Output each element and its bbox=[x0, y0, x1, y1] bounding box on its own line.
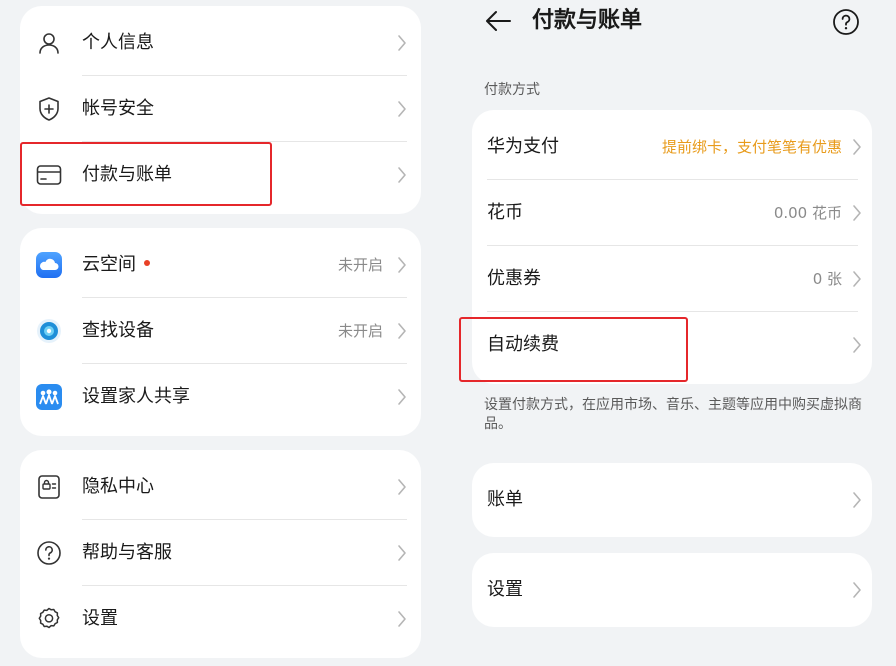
help-icon bbox=[36, 540, 62, 566]
huawei-pay-label: 华为支付 bbox=[487, 114, 559, 180]
huawei-pay-promo: 提前绑卡，支付笔笔有优惠 bbox=[662, 114, 842, 180]
family-sharing-icon bbox=[36, 384, 62, 410]
family-sharing-label: 设置家人共享 bbox=[82, 364, 190, 430]
coupons-row[interactable]: 优惠券 0 张 bbox=[472, 246, 872, 312]
cloud-icon bbox=[36, 252, 62, 278]
chevron-right-icon bbox=[397, 166, 407, 184]
chevron-right-icon bbox=[397, 478, 407, 496]
chevron-right-icon bbox=[397, 610, 407, 628]
highlight-box-auto-renewal bbox=[459, 317, 688, 382]
chevron-right-icon bbox=[397, 388, 407, 406]
cloud-space-label: 云空间 bbox=[82, 232, 150, 298]
family-sharing-row[interactable]: 设置家人共享 bbox=[20, 364, 421, 430]
payment-settings-label: 设置 bbox=[487, 557, 523, 623]
find-device-row[interactable]: 查找设备 未开启 bbox=[20, 298, 421, 364]
chevron-right-icon bbox=[397, 100, 407, 118]
find-device-icon bbox=[36, 318, 62, 344]
settings-row[interactable]: 设置 bbox=[20, 586, 421, 652]
chevron-right-icon bbox=[852, 336, 862, 354]
personal-info-label: 个人信息 bbox=[82, 10, 154, 76]
payment-settings-row[interactable]: 设置 bbox=[472, 557, 872, 623]
find-device-status: 未开启 bbox=[338, 298, 383, 364]
person-icon bbox=[36, 30, 62, 56]
huabi-label: 花币 bbox=[487, 180, 523, 246]
account-security-row[interactable]: 帐号安全 bbox=[20, 76, 421, 142]
coupons-count: 0 张 bbox=[813, 246, 842, 312]
find-device-label: 查找设备 bbox=[82, 298, 154, 364]
chevron-right-icon bbox=[852, 270, 862, 288]
chevron-right-icon bbox=[852, 204, 862, 222]
section-label-payment-methods: 付款方式 bbox=[484, 79, 540, 99]
account-security-label: 帐号安全 bbox=[82, 76, 154, 142]
chevron-right-icon bbox=[397, 256, 407, 274]
help-support-label: 帮助与客服 bbox=[82, 520, 172, 586]
page-title: 付款与账单 bbox=[532, 4, 642, 38]
chevron-right-icon bbox=[397, 322, 407, 340]
chevron-right-icon bbox=[852, 138, 862, 156]
chevron-right-icon bbox=[852, 491, 862, 509]
bill-row[interactable]: 账单 bbox=[472, 467, 872, 533]
privacy-center-label: 隐私中心 bbox=[82, 454, 154, 520]
privacy-center-row[interactable]: 隐私中心 bbox=[20, 454, 421, 520]
bill-card: 账单 bbox=[472, 463, 872, 537]
back-arrow-icon[interactable] bbox=[484, 8, 512, 34]
settings-label: 设置 bbox=[82, 586, 118, 652]
payment-settings-card: 设置 bbox=[472, 553, 872, 627]
chevron-right-icon bbox=[397, 544, 407, 562]
huawei-pay-row[interactable]: 华为支付 提前绑卡，支付笔笔有优惠 bbox=[472, 114, 872, 180]
privacy-icon bbox=[36, 474, 62, 500]
chevron-right-icon bbox=[397, 34, 407, 52]
help-support-row[interactable]: 帮助与客服 bbox=[20, 520, 421, 586]
account-settings-panel: 个人信息 帐号安全 付款与账单 云空间 未开启 bbox=[0, 0, 440, 666]
huabi-row[interactable]: 花币 0.00 花币 bbox=[472, 180, 872, 246]
notification-dot bbox=[144, 260, 150, 266]
chevron-right-icon bbox=[852, 581, 862, 599]
cloud-space-status: 未开启 bbox=[338, 232, 383, 298]
payment-billing-panel: 付款与账单 付款方式 华为支付 提前绑卡，支付笔笔有优惠 花币 0.00 花币 … bbox=[448, 0, 896, 666]
highlight-box-payment-billing bbox=[20, 142, 272, 206]
services-group-card: 云空间 未开启 查找设备 未开启 设置家人共享 bbox=[20, 228, 421, 436]
gear-icon bbox=[36, 606, 62, 632]
help-icon[interactable] bbox=[832, 8, 860, 36]
huabi-balance: 0.00 花币 bbox=[774, 180, 842, 246]
bill-label: 账单 bbox=[487, 467, 523, 533]
personal-info-row[interactable]: 个人信息 bbox=[20, 10, 421, 76]
coupons-label: 优惠券 bbox=[487, 246, 541, 312]
payment-note: 设置付款方式，在应用市场、音乐、主题等应用中购买虚拟商品。 bbox=[484, 396, 864, 434]
cloud-space-row[interactable]: 云空间 未开启 bbox=[20, 232, 421, 298]
shield-icon bbox=[36, 96, 62, 122]
support-group-card: 隐私中心 帮助与客服 设置 bbox=[20, 450, 421, 658]
